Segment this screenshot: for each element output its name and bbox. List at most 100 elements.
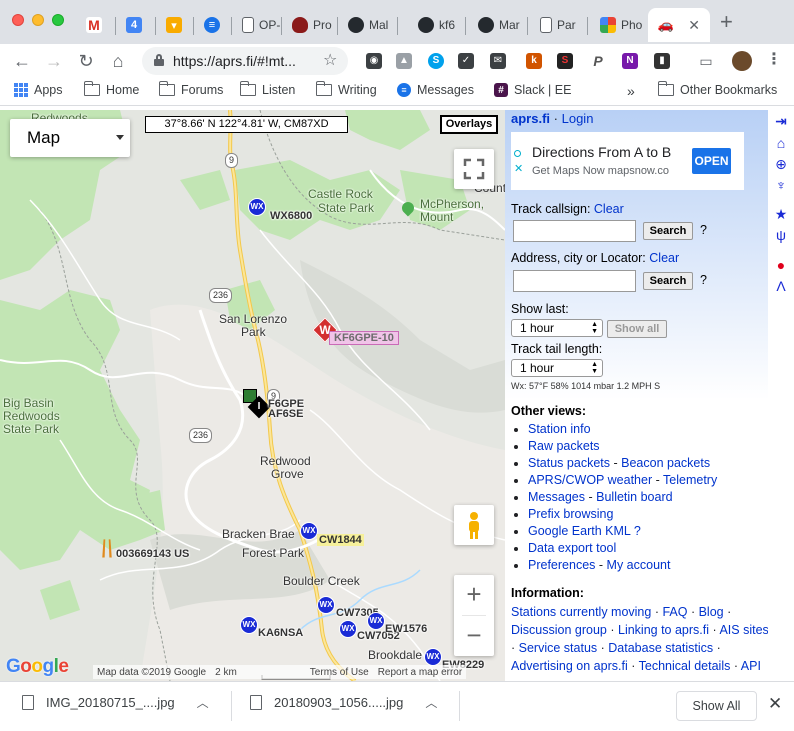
info-link[interactable]: Database statistics — [608, 641, 713, 655]
bookmark-forums[interactable]: Forums — [158, 81, 223, 97]
bookmark-slack[interactable]: # Slack | EE — [494, 83, 571, 97]
preferences-link[interactable]: Preferences — [528, 558, 595, 572]
show-all-button[interactable]: Show all — [607, 320, 667, 338]
chevron-up-icon[interactable]: ︿ — [197, 694, 209, 711]
cast-icon[interactable]: ▭ — [698, 53, 714, 69]
bookmark-star-icon[interactable]: ☆ — [323, 50, 337, 70]
my-account-link[interactable]: My account — [607, 558, 671, 572]
wx-station-icon[interactable]: WX — [424, 648, 442, 666]
station-label-highlighted[interactable]: KF6GPE-10 — [329, 331, 399, 345]
info-link[interactable]: Discussion group — [511, 623, 607, 637]
info-link[interactable]: Stations currently moving — [511, 605, 651, 619]
weather-link[interactable]: APRS/CWOP weather — [528, 473, 652, 487]
measure-icon[interactable]: Λ — [773, 278, 789, 294]
forward-button[interactable]: → — [42, 49, 66, 73]
address-input[interactable] — [513, 270, 636, 292]
compass-icon[interactable]: ⊕ — [773, 156, 789, 172]
info-link[interactable]: Linking to aprs.fi — [618, 623, 709, 637]
zoom-out-button[interactable]: − — [454, 616, 494, 656]
show-all-downloads-button[interactable]: Show All — [676, 691, 757, 721]
antenna-station-icon[interactable] — [102, 539, 112, 558]
bookmark-listen[interactable]: Listen — [239, 81, 295, 97]
bookmark-writing[interactable]: Writing — [315, 81, 377, 97]
callsign-help-link[interactable]: ? — [700, 223, 707, 237]
site-title[interactable]: aprs.fi — [511, 111, 550, 126]
home-button[interactable]: ⌂ — [106, 49, 130, 73]
wx-station-icon[interactable]: WX — [240, 616, 258, 634]
antenna-icon[interactable]: ψ — [773, 227, 789, 243]
back-button[interactable]: ← — [10, 49, 34, 73]
telemetry-link[interactable]: Telemetry — [663, 473, 717, 487]
prefix-browsing-link[interactable]: Prefix browsing — [528, 507, 613, 521]
station-label[interactable]: EW1576 — [385, 623, 427, 635]
show-last-select[interactable]: 1 hour ▲ ▼ — [511, 319, 603, 337]
fullscreen-button[interactable] — [454, 149, 494, 189]
home-station-icon[interactable]: ⌂ — [773, 135, 789, 151]
station-label[interactable]: AF6SE — [268, 408, 303, 420]
tab-kf6[interactable]: kf6 — [408, 8, 466, 42]
address-help-link[interactable]: ? — [700, 273, 707, 287]
info-link[interactable]: Advertising on aprs.fi — [511, 659, 628, 673]
menu-kebab-icon[interactable]: ⋮ — [766, 49, 782, 69]
address-bar[interactable]: https://aprs.fi/#!mt... ☆ — [142, 47, 348, 75]
callsign-search-button[interactable]: Search — [643, 222, 693, 240]
wx-station-icon[interactable]: WX — [367, 612, 385, 630]
new-tab-button[interactable]: + — [720, 11, 733, 33]
close-icon[interactable]: ✕ — [768, 694, 782, 714]
raw-packets-link[interactable]: Raw packets — [528, 439, 600, 453]
bookmark-apps[interactable]: Apps — [14, 83, 63, 97]
tab-pro[interactable]: Pro — [282, 8, 338, 42]
tab-par[interactable]: Par — [530, 8, 588, 42]
callsign-input[interactable] — [513, 220, 636, 242]
messages-link[interactable]: Messages — [528, 490, 585, 504]
data-export-link[interactable]: Data export tool — [528, 541, 616, 555]
star-icon[interactable]: ★ — [773, 206, 789, 222]
google-earth-kml-link[interactable]: Google Earth KML ? — [528, 524, 641, 538]
chevron-up-icon[interactable]: ︿ — [425, 694, 437, 711]
extension-s-icon[interactable]: S — [557, 53, 573, 69]
station-label[interactable]: WX6800 — [270, 210, 312, 222]
address-search-button[interactable]: Search — [643, 272, 693, 290]
download-item[interactable]: IMG_20180715_....jpg ︿ — [22, 694, 209, 711]
window-close-button[interactable] — [12, 14, 24, 26]
info-link[interactable]: Technical details — [639, 659, 731, 673]
map-view[interactable]: 9 9 236 236 Redwoods Castle Rock State P… — [0, 110, 505, 681]
more-bookmarks-chevron[interactable]: » — [627, 83, 635, 99]
street-view-pegman[interactable] — [454, 505, 494, 545]
tab-aprs-active[interactable]: 🚗 ✕ — [648, 8, 710, 42]
beacon-packets-link[interactable]: Beacon packets — [621, 456, 710, 470]
track-clear-link[interactable]: Clear — [594, 202, 624, 216]
login-link[interactable]: Login — [562, 111, 594, 126]
info-link[interactable]: AIS sites — [719, 623, 768, 637]
wx-station-icon[interactable]: WX — [339, 620, 357, 638]
extension-skype-icon[interactable]: S — [428, 53, 444, 69]
bookmark-messages[interactable]: ≡ Messages — [397, 83, 474, 97]
zoom-in-button[interactable]: + — [454, 575, 494, 615]
extension-onenote-icon[interactable]: N — [622, 53, 638, 69]
overlays-button[interactable]: Overlays — [440, 115, 498, 134]
ad-info-icon[interactable] — [514, 150, 521, 157]
extension-k-icon[interactable]: k — [526, 53, 542, 69]
window-minimize-button[interactable] — [32, 14, 44, 26]
profile-avatar[interactable] — [732, 51, 752, 71]
tower-icon[interactable]: ♆ — [773, 177, 789, 193]
status-packets-link[interactable]: Status packets — [528, 456, 610, 470]
tab-mal[interactable]: Mal — [338, 8, 398, 42]
extension-bulb-icon[interactable]: ◉ — [366, 53, 382, 69]
tab-keep[interactable]: ▾ — [156, 8, 194, 42]
tab-gmail[interactable]: M — [76, 8, 116, 42]
window-maximize-button[interactable] — [52, 14, 64, 26]
info-link[interactable]: Service status — [519, 641, 598, 655]
info-link[interactable]: Blog — [699, 605, 724, 619]
reload-button[interactable]: ↻ — [74, 49, 98, 73]
tab-mar[interactable]: Mar — [468, 8, 528, 42]
wx-station-icon[interactable]: WX — [300, 522, 318, 540]
terms-link[interactable]: Terms of Use — [310, 667, 369, 678]
record-icon[interactable]: ● — [773, 257, 789, 273]
map-type-dropdown[interactable]: Map — [10, 119, 130, 157]
ad-banner[interactable]: ✕ Directions From A to B Get Maps Now ma… — [511, 132, 744, 190]
close-icon[interactable]: ✕ — [688, 17, 700, 34]
download-item[interactable]: 20180903_1056.....jpg ︿ — [250, 694, 437, 711]
tab-calendar[interactable]: 4 — [116, 8, 156, 42]
tab-op[interactable]: OP- — [232, 8, 282, 42]
